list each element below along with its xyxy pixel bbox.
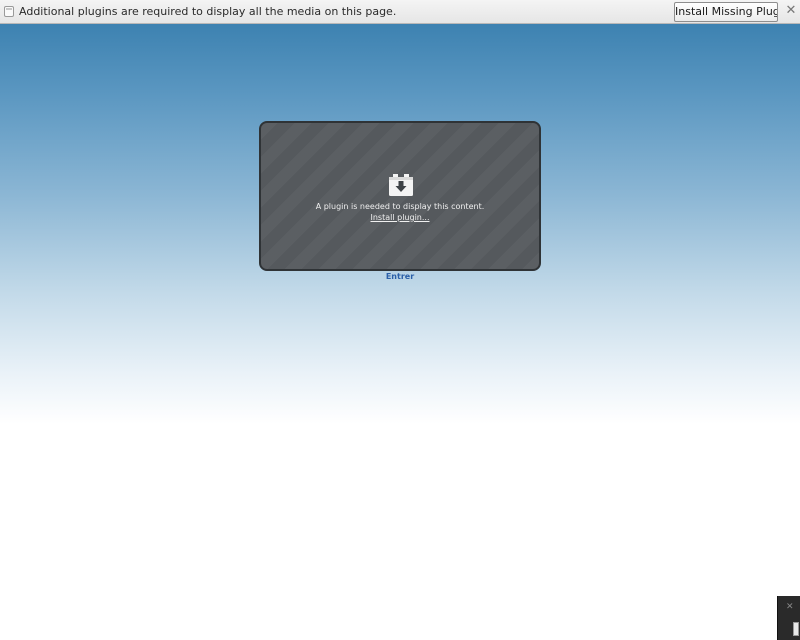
missing-plugin-placeholder[interactable]: A plugin is needed to display this conte… (259, 121, 541, 271)
corner-widget: ✕ (777, 596, 800, 640)
install-plugin-link[interactable]: Install plugin... (261, 213, 539, 222)
install-missing-plugins-button[interactable]: Install Missing Plugins... (674, 2, 778, 22)
page-content-background (0, 24, 800, 640)
entrer-link[interactable]: Entrer (370, 272, 430, 281)
notification-message: Additional plugins are required to displ… (19, 5, 397, 18)
plugin-needed-message: A plugin is needed to display this conte… (315, 202, 485, 211)
download-arrow-icon (389, 174, 413, 196)
corner-scrollbar[interactable] (793, 622, 799, 636)
plugin-page-icon (4, 6, 14, 17)
plugin-notification-bar: Additional plugins are required to displ… (0, 0, 800, 24)
corner-close-icon[interactable]: ✕ (786, 602, 794, 612)
close-icon[interactable]: ✕ (784, 4, 798, 18)
